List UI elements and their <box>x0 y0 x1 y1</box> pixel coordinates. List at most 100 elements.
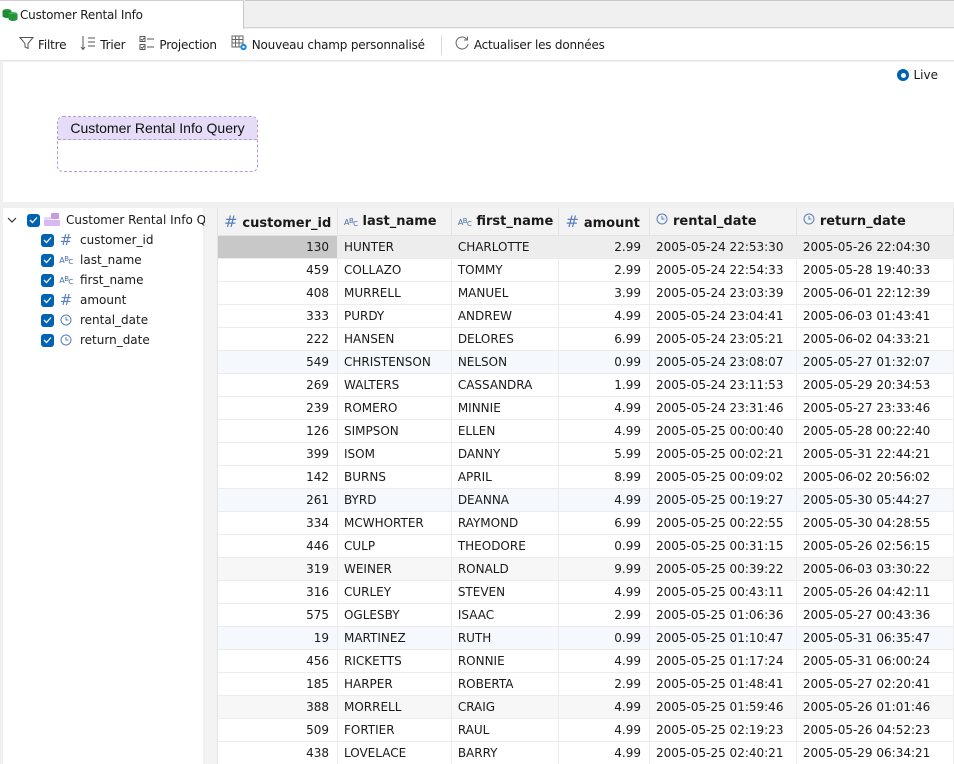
cell-rental-date[interactable]: 2005-05-25 00:00:40 <box>649 419 797 443</box>
cell-amount[interactable]: 2.99 <box>558 603 650 627</box>
field-checkbox[interactable] <box>41 253 54 267</box>
cell-return-date[interactable]: 2005-05-27 02:20:41 <box>796 672 954 696</box>
cell-customer-id[interactable]: 222 <box>218 327 338 351</box>
cell-last-name[interactable]: OGLESBY <box>337 603 452 627</box>
cell-last-name[interactable]: MURRELL <box>337 281 452 305</box>
cell-customer-id[interactable]: 456 <box>218 649 338 673</box>
cell-customer-id[interactable]: 142 <box>218 465 338 489</box>
table-row[interactable]: 334 MCWHORTER RAYMOND 6.99 2005-05-25 00:22:… <box>218 511 954 535</box>
cell-last-name[interactable]: ROMERO <box>337 396 452 420</box>
cell-return-date[interactable]: 2005-05-31 06:35:47 <box>796 626 954 650</box>
cell-customer-id[interactable]: 261 <box>218 488 338 512</box>
cell-customer-id[interactable]: 334 <box>218 511 338 535</box>
column-header-rental-date[interactable]: rental_date <box>649 208 797 236</box>
cell-amount[interactable]: 2.99 <box>558 235 650 259</box>
cell-amount[interactable]: 0.99 <box>558 534 650 558</box>
cell-amount[interactable]: 2.99 <box>558 672 650 696</box>
cell-return-date[interactable]: 2005-06-01 22:12:39 <box>796 281 954 305</box>
cell-amount[interactable]: 4.99 <box>558 488 650 512</box>
table-row[interactable]: 222 HANSEN DELORES 6.99 2005-05-24 23:05:21 2… <box>218 327 954 351</box>
cell-customer-id[interactable]: 438 <box>218 741 338 764</box>
projection-button[interactable]: Projection <box>139 33 217 57</box>
tree-root[interactable]: Customer Rental Info Quer <box>7 210 226 230</box>
table-row[interactable]: 459 COLLAZO TOMMY 2.99 2005-05-24 22:54:33 20… <box>218 258 954 282</box>
cell-amount[interactable]: 1.99 <box>558 373 650 397</box>
cell-first-name[interactable]: MANUEL <box>451 281 560 305</box>
field-checkbox[interactable] <box>41 273 54 287</box>
cell-amount[interactable]: 4.99 <box>558 649 650 673</box>
column-header-last-name[interactable]: ABC last_name <box>337 208 452 236</box>
cell-rental-date[interactable]: 2005-05-25 01:17:24 <box>649 649 797 673</box>
cell-rental-date[interactable]: 2005-05-25 00:39:22 <box>649 557 797 581</box>
cell-first-name[interactable]: ANDREW <box>451 304 560 328</box>
table-row[interactable]: 261 BYRD DEANNA 4.99 2005-05-25 00:19:27 2005… <box>218 488 954 512</box>
cell-rental-date[interactable]: 2005-05-25 01:10:47 <box>649 626 797 650</box>
cell-first-name[interactable]: CRAIG <box>451 695 560 719</box>
cell-first-name[interactable]: NELSON <box>451 350 560 374</box>
cell-rental-date[interactable]: 2005-05-24 22:54:33 <box>649 258 797 282</box>
cell-first-name[interactable]: THEODORE <box>451 534 560 558</box>
cell-first-name[interactable]: STEVEN <box>451 580 560 604</box>
cell-first-name[interactable]: BARRY <box>451 741 560 764</box>
cell-customer-id[interactable]: 185 <box>218 672 338 696</box>
cell-customer-id[interactable]: 549 <box>218 350 338 374</box>
cell-return-date[interactable]: 2005-05-26 04:42:11 <box>796 580 954 604</box>
cell-rental-date[interactable]: 2005-05-25 02:40:21 <box>649 741 797 764</box>
cell-amount[interactable]: 4.99 <box>558 741 650 764</box>
cell-last-name[interactable]: HUNTER <box>337 235 452 259</box>
cell-rental-date[interactable]: 2005-05-25 02:19:23 <box>649 718 797 742</box>
table-row[interactable]: 142 BURNS APRIL 8.99 2005-05-25 00:09:02 2005… <box>218 465 954 489</box>
field-checkbox[interactable] <box>41 293 54 307</box>
live-radio[interactable]: Live <box>897 68 938 82</box>
query-node[interactable]: Customer Rental Info Query <box>57 116 258 172</box>
cell-amount[interactable]: 4.99 <box>558 419 650 443</box>
cell-rental-date[interactable]: 2005-05-25 00:31:15 <box>649 534 797 558</box>
cell-customer-id[interactable]: 130 <box>218 235 338 259</box>
cell-rental-date[interactable]: 2005-05-25 01:59:46 <box>649 695 797 719</box>
cell-rental-date[interactable]: 2005-05-24 23:05:21 <box>649 327 797 351</box>
cell-return-date[interactable]: 2005-05-30 04:28:55 <box>796 511 954 535</box>
cell-last-name[interactable]: COLLAZO <box>337 258 452 282</box>
column-header-amount[interactable]: # amount <box>558 208 650 236</box>
cell-first-name[interactable]: APRIL <box>451 465 560 489</box>
cell-return-date[interactable]: 2005-06-03 01:43:41 <box>796 304 954 328</box>
cell-last-name[interactable]: LOVELACE <box>337 741 452 764</box>
cell-first-name[interactable]: RAYMOND <box>451 511 560 535</box>
cell-last-name[interactable]: PURDY <box>337 304 452 328</box>
cell-return-date[interactable]: 2005-05-27 00:43:36 <box>796 603 954 627</box>
cell-amount[interactable]: 0.99 <box>558 626 650 650</box>
cell-first-name[interactable]: MINNIE <box>451 396 560 420</box>
cell-customer-id[interactable]: 316 <box>218 580 338 604</box>
table-row[interactable]: 549 CHRISTENSON NELSON 0.99 2005-05-24 23:08… <box>218 350 954 374</box>
cell-return-date[interactable]: 2005-05-26 04:52:23 <box>796 718 954 742</box>
table-row[interactable]: 316 CURLEY STEVEN 4.99 2005-05-25 00:43:11 20… <box>218 580 954 604</box>
cell-rental-date[interactable]: 2005-05-25 01:48:41 <box>649 672 797 696</box>
chevron-down-icon[interactable] <box>7 216 21 224</box>
cell-amount[interactable]: 3.99 <box>558 281 650 305</box>
cell-rental-date[interactable]: 2005-05-25 00:02:21 <box>649 442 797 466</box>
cell-rental-date[interactable]: 2005-05-25 01:06:36 <box>649 603 797 627</box>
table-row[interactable]: 333 PURDY ANDREW 4.99 2005-05-24 23:04:41 200… <box>218 304 954 328</box>
cell-last-name[interactable]: HARPER <box>337 672 452 696</box>
cell-first-name[interactable]: CHARLOTTE <box>451 235 560 259</box>
cell-last-name[interactable]: HANSEN <box>337 327 452 351</box>
cell-customer-id[interactable]: 269 <box>218 373 338 397</box>
cell-customer-id[interactable]: 333 <box>218 304 338 328</box>
cell-amount[interactable]: 0.99 <box>558 350 650 374</box>
refresh-data-button[interactable]: Actualiser les données <box>454 33 605 57</box>
cell-return-date[interactable]: 2005-05-27 23:33:46 <box>796 396 954 420</box>
cell-return-date[interactable]: 2005-06-02 04:33:21 <box>796 327 954 351</box>
cell-first-name[interactable]: TOMMY <box>451 258 560 282</box>
table-row[interactable]: 19 MARTINEZ RUTH 0.99 2005-05-25 01:10:47 200… <box>218 626 954 650</box>
root-checkbox[interactable] <box>27 213 40 227</box>
table-row[interactable]: 269 WALTERS CASSANDRA 1.99 2005-05-24 23:11:… <box>218 373 954 397</box>
cell-customer-id[interactable]: 399 <box>218 442 338 466</box>
cell-last-name[interactable]: RICKETTS <box>337 649 452 673</box>
cell-amount[interactable]: 8.99 <box>558 465 650 489</box>
table-row[interactable]: 185 HARPER ROBERTA 2.99 2005-05-25 01:48:41 2… <box>218 672 954 696</box>
cell-last-name[interactable]: FORTIER <box>337 718 452 742</box>
field-checkbox[interactable] <box>41 333 54 347</box>
table-row[interactable]: 408 MURRELL MANUEL 3.99 2005-05-24 23:03:39 2… <box>218 281 954 305</box>
cell-last-name[interactable]: CURLEY <box>337 580 452 604</box>
cell-rental-date[interactable]: 2005-05-24 23:31:46 <box>649 396 797 420</box>
